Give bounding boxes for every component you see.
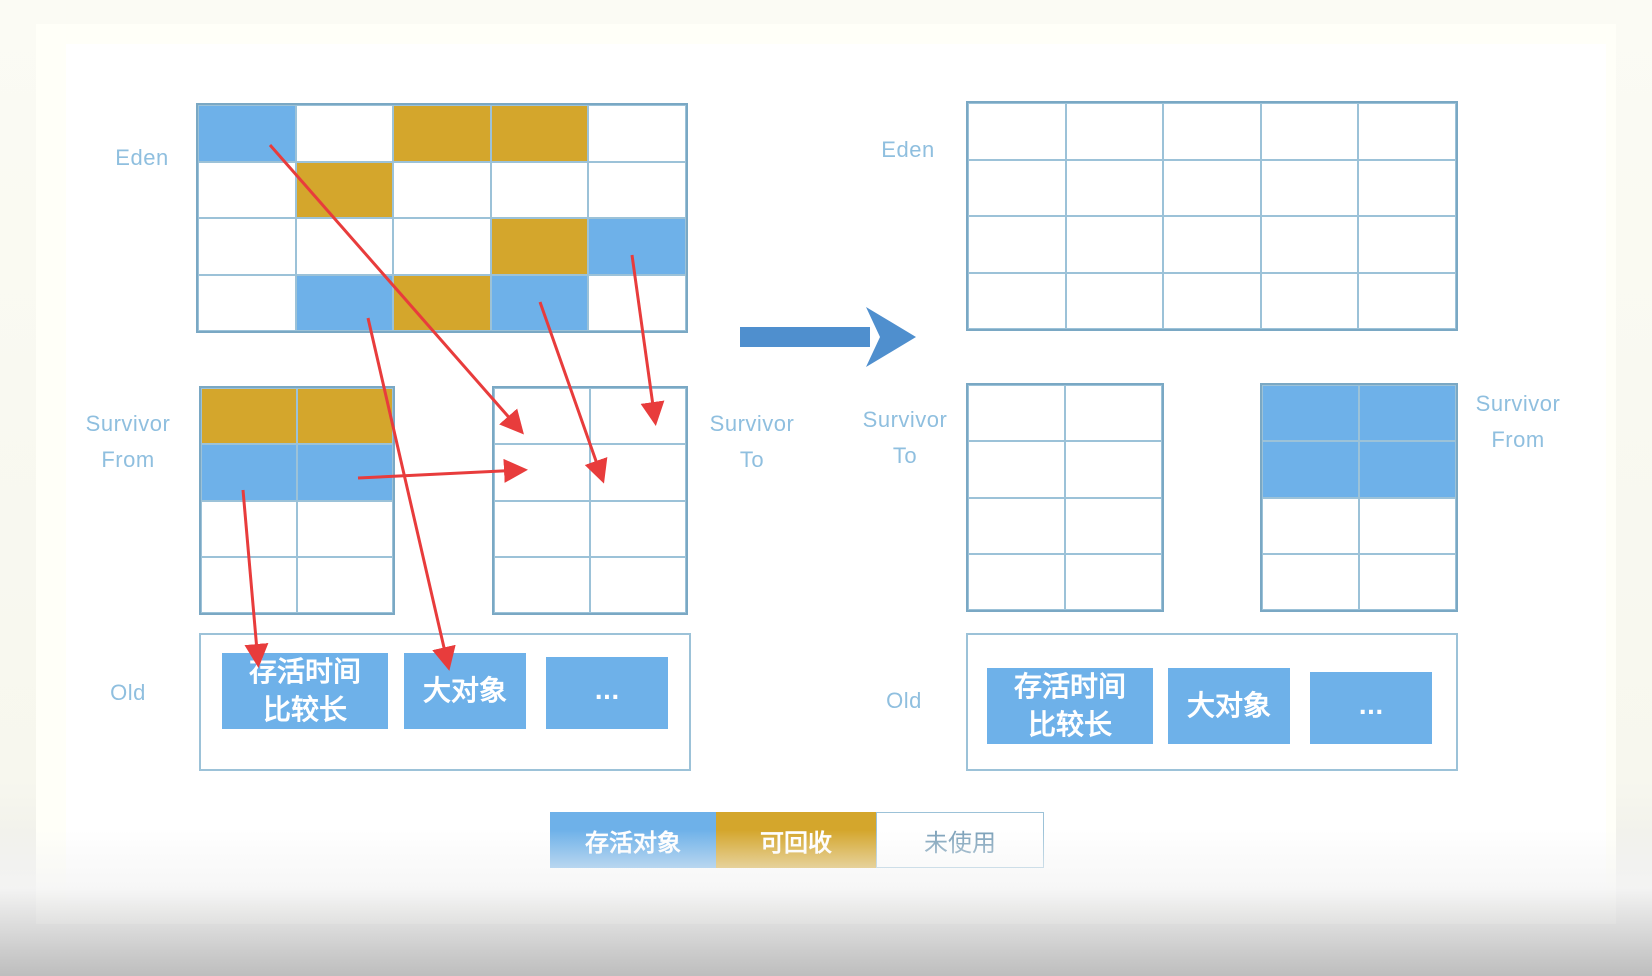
arrow-eden-to-old-large [366,317,456,671]
transition-arrow [740,307,916,367]
arrow-eden-to-survivor-3 [538,301,608,484]
arrow-from-to-survivor [357,458,528,483]
arrow-from-to-old [241,489,269,668]
transition-arrow-shaft [740,327,870,347]
arrow-eden-to-survivor-1 [268,144,524,435]
arrow-eden-to-survivor-2 [630,254,665,426]
copy-arrows [241,144,665,671]
transition-arrow-head [866,307,916,367]
bottom-fade [0,830,1652,976]
